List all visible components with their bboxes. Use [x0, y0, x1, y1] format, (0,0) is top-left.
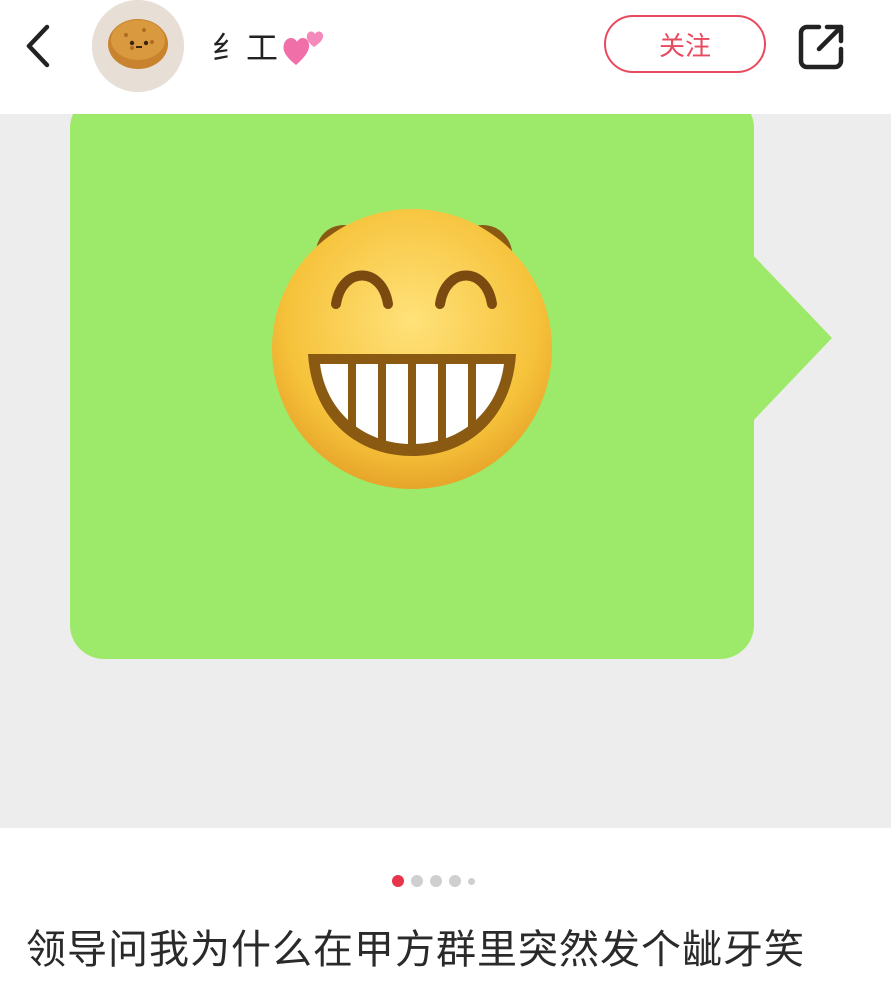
grinning-squinting-face-emoji-icon: [272, 209, 552, 489]
pager-dot[interactable]: [411, 875, 423, 887]
pager-dot[interactable]: [468, 877, 475, 885]
image-pager: [392, 872, 492, 890]
back-button[interactable]: [14, 20, 62, 72]
chevron-left-icon: [26, 24, 50, 68]
post-detail-page: 纟工 关注 领导问我为什么在甲方群里突然发个龇牙笑: [0, 0, 891, 1003]
pager-dot[interactable]: [449, 875, 461, 887]
top-bar: 纟工 关注: [0, 0, 891, 114]
username-text: 纟工: [212, 29, 281, 67]
post-image[interactable]: [0, 114, 891, 828]
fried-bun-avatar-icon: [92, 0, 184, 92]
share-button[interactable]: [794, 18, 850, 74]
pager-dot-active[interactable]: [392, 875, 404, 887]
follow-button[interactable]: 关注: [604, 15, 766, 73]
two-hearts-icon: [283, 31, 324, 65]
chat-bubble-tail: [750, 252, 832, 424]
username[interactable]: 纟工: [212, 22, 328, 70]
post-title: 领导问我为什么在甲方群里突然发个龇牙笑: [26, 927, 805, 973]
pager-dot[interactable]: [430, 875, 442, 887]
avatar[interactable]: [92, 0, 184, 92]
share-external-icon: [798, 24, 844, 70]
